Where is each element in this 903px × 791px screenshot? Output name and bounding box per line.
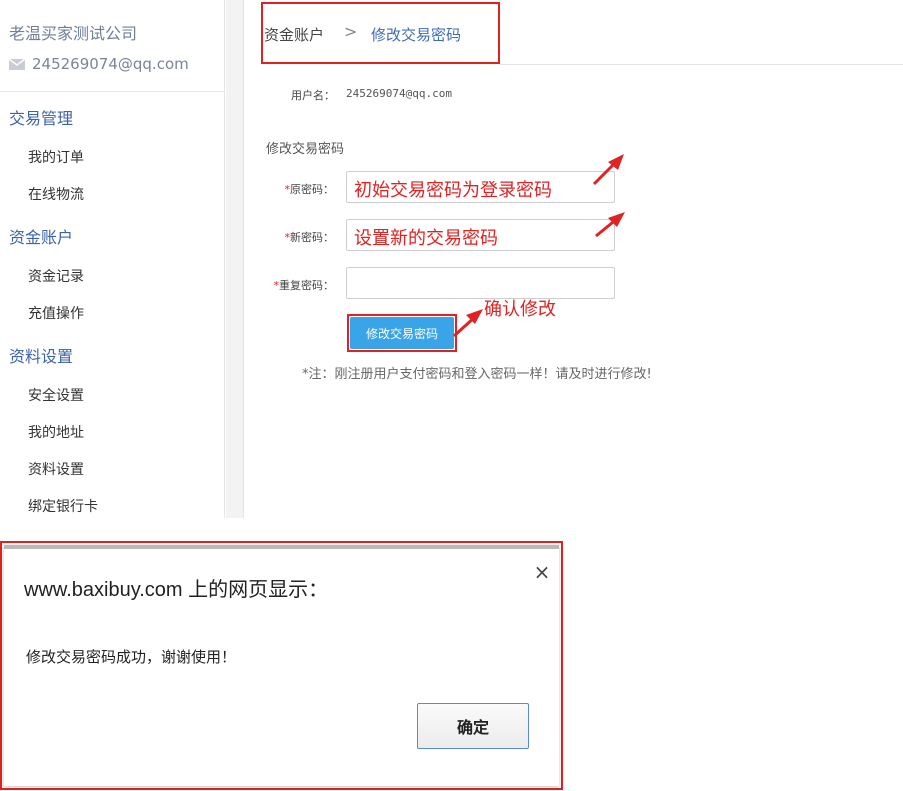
sidebar-gutter	[226, 0, 244, 518]
repeat-password-label-text: 重复密码：	[279, 279, 334, 292]
new-password-field[interactable]: 设置新的交易密码	[346, 219, 615, 251]
old-password-field[interactable]: 初始交易密码为登录密码	[346, 171, 615, 203]
username-value: 245269074@qq.com	[346, 87, 452, 100]
breadcrumb-root[interactable]: 资金账户	[264, 24, 324, 45]
nav-group-profile: 资料设置	[9, 347, 74, 366]
change-trade-password-button[interactable]: 修改交易密码	[350, 317, 454, 349]
new-password-label-text: 新密码：	[290, 231, 334, 244]
email-text: 245269074@qq.com	[32, 55, 189, 73]
sidebar-item-profile-settings[interactable]: 资料设置	[28, 459, 84, 479]
dialog-message: 修改交易密码成功，谢谢使用！	[26, 648, 237, 666]
arrow-annotation-icon	[592, 154, 624, 186]
sidebar-item-fund-records[interactable]: 资金记录	[28, 266, 84, 286]
repeat-password-field[interactable]	[346, 267, 615, 299]
header-divider	[500, 64, 903, 65]
ok-button[interactable]: 确定	[417, 703, 529, 749]
close-icon[interactable]: ×	[533, 562, 551, 582]
account-email: 245269074@qq.com	[9, 55, 189, 73]
nav-group-trade: 交易管理	[9, 109, 74, 128]
sidebar: 老温买家测试公司 245269074@qq.com 交易管理 我的订单 在线物流…	[0, 0, 225, 518]
new-password-annotation: 设置新的交易密码	[354, 228, 498, 249]
old-password-label-text: 原密码：	[290, 183, 334, 196]
new-password-label: *新密码：	[264, 229, 335, 245]
arrow-annotation-icon	[452, 309, 483, 338]
username-label: 用户名：	[291, 89, 335, 102]
password-note: *注：刚注册用户支付密码和登入密码一样！请及时进行修改!	[302, 367, 652, 382]
section-title: 修改交易密码	[266, 142, 345, 157]
sidebar-item-my-address[interactable]: 我的地址	[28, 422, 84, 442]
sidebar-item-recharge[interactable]: 充值操作	[28, 303, 84, 323]
submit-annotation: 确认修改	[484, 299, 556, 320]
sidebar-item-security-settings[interactable]: 安全设置	[28, 385, 84, 405]
sidebar-divider	[0, 91, 225, 92]
old-password-label: *原密码：	[264, 181, 335, 197]
arrow-annotation-icon	[595, 212, 625, 238]
sidebar-item-my-orders[interactable]: 我的订单	[28, 147, 84, 167]
company-name: 老温买家测试公司	[9, 24, 138, 43]
breadcrumb-current: 修改交易密码	[371, 26, 462, 44]
dialog-title: www.baxibuy.com 上的网页显示：	[24, 579, 329, 601]
mail-icon	[9, 58, 25, 70]
repeat-password-label: *重复密码：	[264, 277, 335, 293]
sidebar-item-online-logistics[interactable]: 在线物流	[28, 184, 84, 204]
breadcrumb-separator-icon: >	[344, 22, 358, 41]
old-password-annotation: 初始交易密码为登录密码	[354, 180, 552, 201]
nav-group-funds: 资金账户	[9, 228, 74, 247]
sidebar-item-bind-bank-card[interactable]: 绑定银行卡	[28, 496, 98, 516]
